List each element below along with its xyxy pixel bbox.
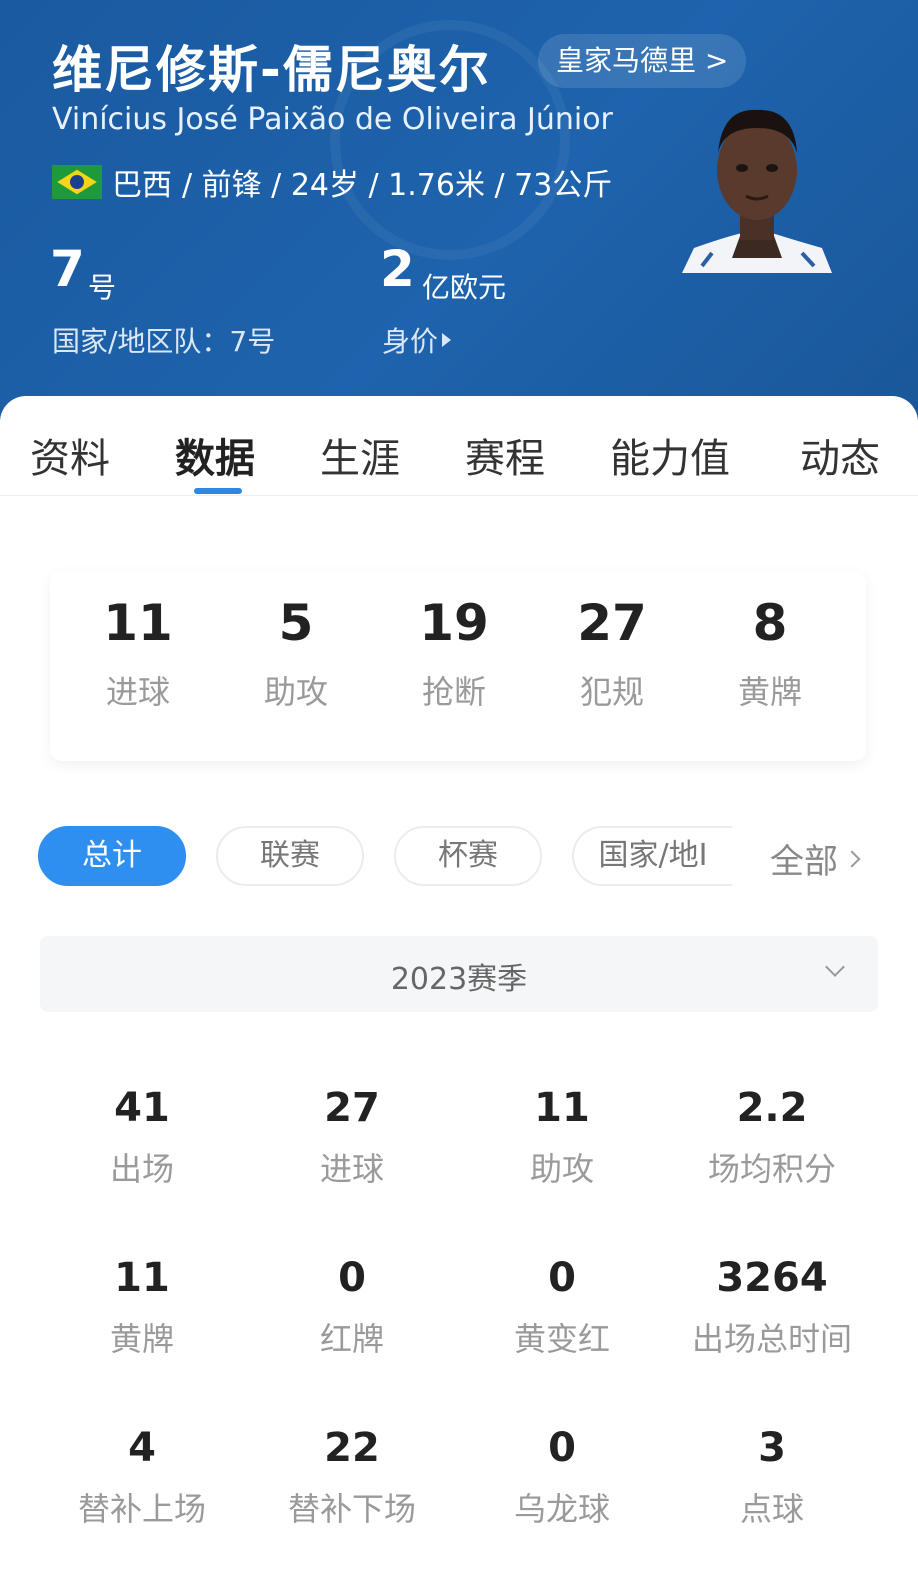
stat-appearances: 41 出场 [32, 1084, 252, 1190]
summary-stat-label: 助攻 [263, 673, 328, 711]
stat-value: 3264 [716, 1255, 828, 1301]
active-tab-indicator [194, 488, 242, 494]
stat-label: 黄牌 [109, 1320, 174, 1358]
summary-stat-tackles: 19 抢断 [384, 593, 524, 713]
stat-label: 替补下场 [287, 1490, 416, 1528]
summary-stat-goals: 11 进球 [68, 593, 208, 713]
stat-value: 3 [758, 1425, 786, 1471]
filter-total-chip[interactable]: 总计 [38, 826, 186, 886]
summary-stat-assists: 5 助攻 [226, 593, 366, 713]
stat-value: 22 [324, 1425, 380, 1471]
tab-career[interactable]: 生涯 [320, 426, 400, 484]
market-value-unit: 亿欧元 [422, 271, 507, 304]
stat-value: 41 [114, 1085, 170, 1131]
stat-own-goals: 0 乌龙球 [452, 1424, 672, 1530]
club-link-label: 皇家马德里 > [556, 44, 729, 77]
player-attributes: / 前锋 / 24岁 / 1.76米 / 73公斤 [182, 168, 613, 203]
filter-league-chip[interactable]: 联赛 [216, 826, 364, 886]
stat-label: 出场 [109, 1150, 174, 1188]
caret-right-icon [442, 333, 452, 347]
stat-minutes-played: 3264 出场总时间 [662, 1254, 882, 1360]
filter-cup-chip[interactable]: 杯赛 [394, 826, 542, 886]
stat-sub-off: 22 替补下场 [242, 1424, 462, 1530]
stat-red-cards: 0 红牌 [242, 1254, 462, 1360]
jersey-number: 7 [50, 240, 85, 298]
market-value: 2 [380, 240, 415, 298]
stat-label: 助攻 [529, 1150, 594, 1188]
brazil-flag-icon [52, 165, 102, 199]
tab-data[interactable]: 数据 [175, 426, 255, 484]
tab-profile[interactable]: 资料 [30, 426, 110, 484]
stat-avg-points: 2.2 场均积分 [662, 1084, 882, 1190]
national-team-number: 国家/地区队：7号 [52, 320, 275, 360]
stat-goals: 27 进球 [242, 1084, 462, 1190]
stat-sub-on: 4 替补上场 [32, 1424, 252, 1530]
summary-stats-card: 11 进球 5 助攻 19 抢断 27 犯规 8 黄牌 [50, 571, 866, 761]
player-portrait [682, 109, 832, 273]
summary-stat-label: 抢断 [421, 673, 486, 711]
summary-stat-value: 11 [103, 594, 173, 652]
chevron-right-icon [843, 850, 861, 867]
stat-label: 场均积分 [707, 1150, 836, 1188]
club-link-button[interactable]: 皇家马德里 > [538, 34, 747, 88]
tab-schedule[interactable]: 赛程 [465, 426, 545, 484]
player-name-chinese: 维尼修斯-儒尼奥尔 [52, 41, 491, 99]
player-full-name: Vinícius José Paixão de Oliveira Júnior [52, 102, 613, 137]
stat-assists: 11 助攻 [452, 1084, 672, 1190]
stat-label: 进球 [319, 1150, 384, 1188]
stat-value: 11 [114, 1255, 170, 1301]
stat-value: 0 [548, 1425, 576, 1471]
summary-stat-label: 进球 [105, 673, 170, 711]
content-panel: 资料 数据 生涯 赛程 能力值 动态 11 进球 5 助攻 19 抢断 27 犯… [0, 396, 918, 1571]
stat-value: 27 [324, 1085, 380, 1131]
season-selector[interactable]: 2023赛季 [40, 936, 878, 1012]
summary-stat-yellow-cards: 8 黄牌 [700, 593, 840, 713]
stat-value: 2.2 [736, 1085, 808, 1131]
market-value-label: 身价 [382, 325, 439, 358]
stat-value: 11 [534, 1085, 590, 1131]
stat-label: 出场总时间 [691, 1320, 852, 1358]
stat-label: 红牌 [319, 1320, 384, 1358]
stat-penalties: 3 点球 [662, 1424, 882, 1530]
stat-yellow-cards: 11 黄牌 [32, 1254, 252, 1360]
stat-value: 0 [548, 1255, 576, 1301]
stat-label: 替补上场 [77, 1490, 206, 1528]
summary-stat-value: 5 [278, 594, 314, 652]
filter-national-chip[interactable]: 国家/地I [572, 826, 732, 886]
summary-stat-fouls: 27 犯规 [542, 593, 682, 713]
stat-value: 4 [128, 1425, 156, 1471]
stat-label: 乌龙球 [513, 1490, 610, 1528]
all-filters-label: 全部 [770, 842, 838, 882]
player-header: 维尼修斯-儒尼奥尔 皇家马德里 > Vinícius José Paixão d… [0, 0, 918, 420]
market-value-link[interactable]: 身价 [382, 320, 452, 360]
summary-stat-value: 8 [752, 594, 788, 652]
tab-news[interactable]: 动态 [800, 426, 880, 484]
stat-label: 黄变红 [513, 1320, 610, 1358]
all-filters-link[interactable]: 全部 [770, 834, 861, 883]
tab-ratings[interactable]: 能力值 [610, 426, 730, 484]
summary-stat-label: 犯规 [579, 673, 644, 711]
stat-label: 点球 [739, 1490, 804, 1528]
stat-second-yellow: 0 黄变红 [452, 1254, 672, 1360]
tab-bar: 资料 数据 生涯 赛程 能力值 动态 [0, 396, 918, 496]
summary-stat-value: 19 [419, 594, 489, 652]
national-team-label: 国家/地区队：7号 [52, 325, 276, 358]
season-label: 2023赛季 [390, 962, 528, 997]
summary-stat-value: 27 [577, 594, 647, 652]
nationality-label: 巴西 [112, 168, 172, 203]
stat-value: 0 [338, 1255, 366, 1301]
jersey-number-unit: 号 [88, 271, 117, 304]
player-info-row: 巴西 / 前锋 / 24岁 / 1.76米 / 73公斤 [52, 160, 612, 204]
summary-stat-label: 黄牌 [737, 673, 802, 711]
